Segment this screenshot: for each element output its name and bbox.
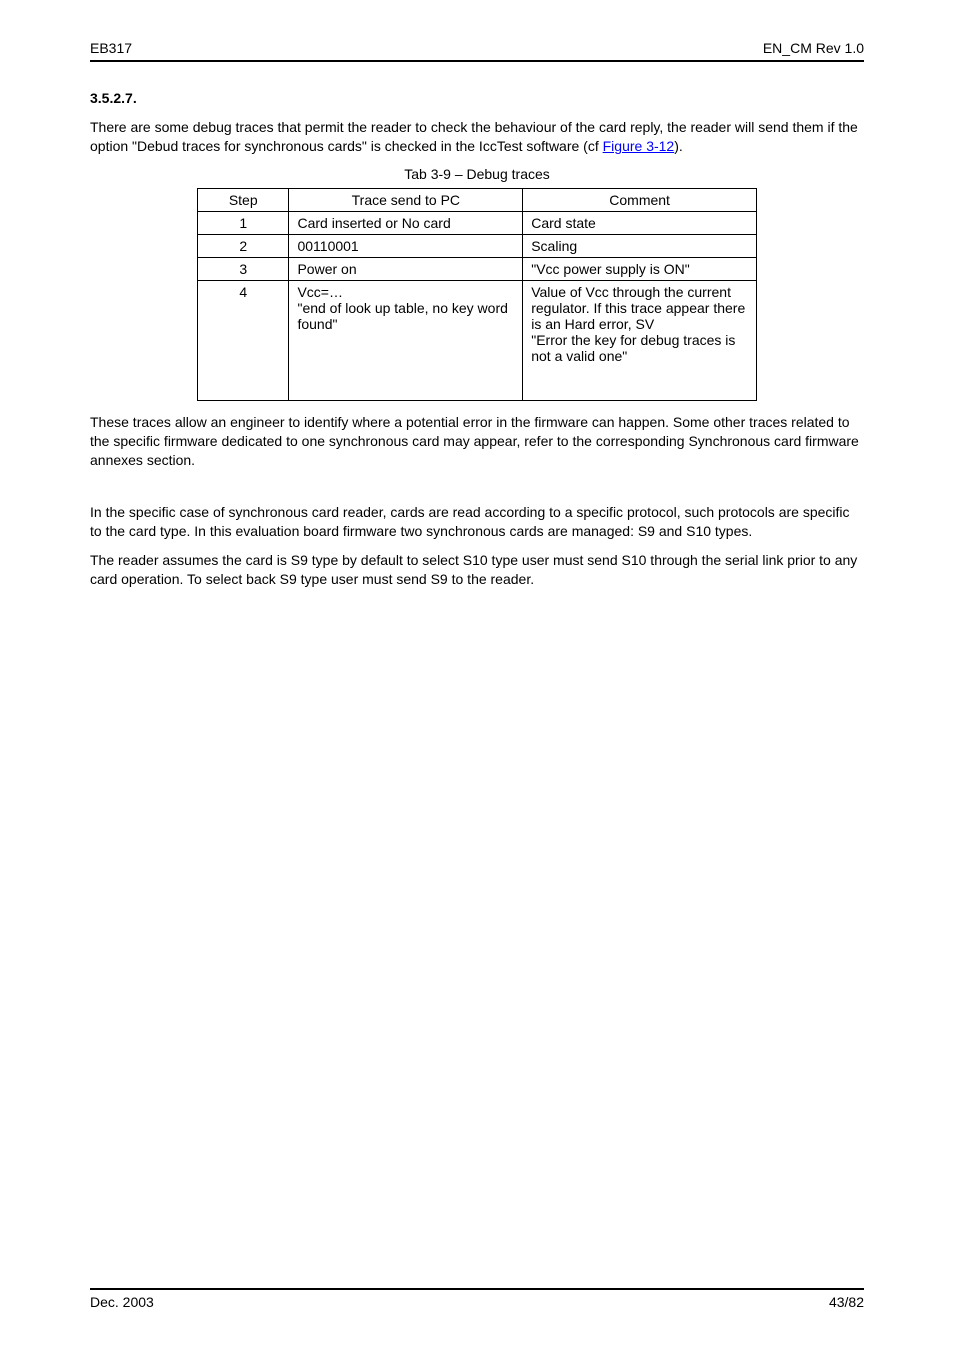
table-cell: Card state [523,211,757,234]
table-cell: "Vcc power supply is ON" [523,257,757,280]
intro-paragraph: There are some debug traces that permit … [90,118,864,156]
table-header-trace: Trace send to PC [289,188,523,211]
table-cell: Scaling [523,234,757,257]
table-row: 2 00110001 Scaling [198,234,757,257]
table-cell: Value of Vcc through the current regulat… [523,280,757,400]
body-paragraph-1: These traces allow an engineer to identi… [90,413,864,470]
footer-bar: Dec. 2003 43/82 [90,1288,864,1310]
table-row: 3 Power on "Vcc power supply is ON" [198,257,757,280]
table-cell: 2 [198,234,289,257]
table-cell: 4 [198,280,289,400]
table-cell: Power on [289,257,523,280]
table-cell: 00110001 [289,234,523,257]
footer-right: 43/82 [829,1294,864,1310]
header-right: EN_CM Rev 1.0 [763,40,864,56]
debug-traces-table: Step Trace send to PC Comment 1 Card ins… [197,188,757,401]
table-row: 1 Card inserted or No card Card state [198,211,757,234]
table-row: 4 Vcc=… "end of look up table, no key wo… [198,280,757,400]
table-cell: 3 [198,257,289,280]
table-cell: 1 [198,211,289,234]
section-number: 3.5.2.7. [90,90,864,106]
table-header-comment: Comment [523,188,757,211]
header-bar: EB317 EN_CM Rev 1.0 [90,40,864,62]
table-header-step: Step [198,188,289,211]
header-left: EB317 [90,40,132,56]
intro-text-1: There are some debug traces that permit … [90,119,858,154]
body-paragraph-2: In the specific case of synchronous card… [90,503,864,541]
intro-text-2: ). [674,138,683,154]
figure-link[interactable]: Figure 3-12 [603,138,675,154]
table-header-row: Step Trace send to PC Comment [198,188,757,211]
footer-left: Dec. 2003 [90,1294,154,1310]
table-cell: Card inserted or No card [289,211,523,234]
body-paragraph-3: The reader assumes the card is S9 type b… [90,551,864,589]
table-cell: Vcc=… "end of look up table, no key word… [289,280,523,400]
table-caption: Tab 3-9 – Debug traces [90,166,864,182]
